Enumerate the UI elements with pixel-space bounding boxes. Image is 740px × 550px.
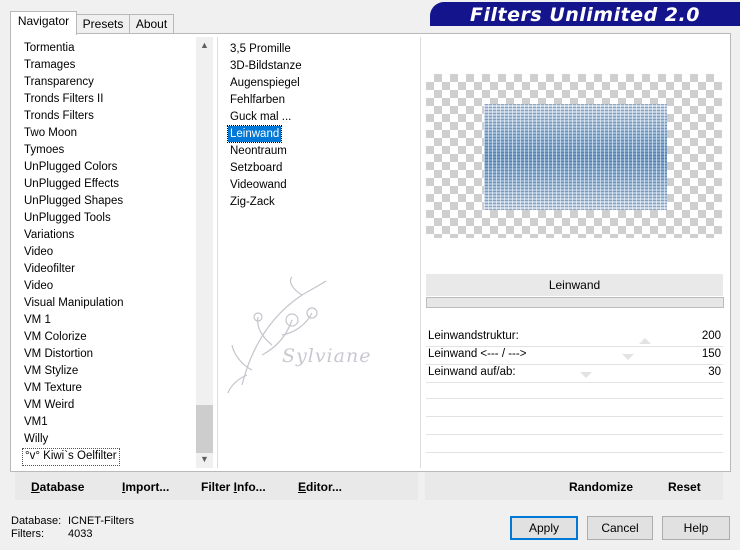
divider bbox=[420, 37, 421, 468]
category-item[interactable]: Two Moon bbox=[22, 125, 79, 141]
database-button[interactable]: Database bbox=[31, 480, 84, 494]
filter-info-prefix: Filter bbox=[201, 480, 234, 494]
category-item[interactable]: UnPlugged Tools bbox=[22, 210, 113, 226]
category-scrollbar[interactable]: ▲ ▼ bbox=[196, 37, 213, 468]
scroll-up-icon[interactable]: ▲ bbox=[196, 37, 213, 54]
editor-mnemonic: E bbox=[298, 480, 307, 494]
tab-about[interactable]: About bbox=[129, 14, 174, 34]
category-item[interactable]: Tronds Filters bbox=[22, 108, 96, 124]
category-item[interactable]: Video bbox=[22, 244, 55, 260]
filter-item[interactable]: Zig-Zack bbox=[228, 194, 277, 210]
filter-item[interactable]: Setzboard bbox=[228, 160, 284, 176]
parameter-value: 30 bbox=[708, 366, 721, 378]
scroll-thumb[interactable] bbox=[196, 405, 213, 453]
parameter-slider-marker[interactable] bbox=[579, 372, 592, 378]
parameter-label: Leinwand <--- / ---> bbox=[428, 348, 527, 360]
preview-image bbox=[484, 104, 667, 210]
category-item[interactable]: Video bbox=[22, 278, 55, 294]
title-banner: Filters Unlimited 2.0 bbox=[430, 2, 740, 26]
empty-row bbox=[426, 452, 723, 453]
filter-item[interactable]: Fehlfarben bbox=[228, 92, 287, 108]
category-item[interactable]: UnPlugged Shapes bbox=[22, 193, 125, 209]
category-item[interactable]: UnPlugged Effects bbox=[22, 176, 121, 192]
filter-info-button[interactable]: Filter Info... bbox=[201, 480, 266, 494]
apply-button[interactable]: Apply bbox=[510, 516, 578, 540]
parameter-row[interactable]: Leinwand auf/ab: 30 bbox=[426, 364, 723, 383]
database-status-label: Database: bbox=[11, 515, 62, 527]
category-item[interactable]: Tronds Filters II bbox=[22, 91, 105, 107]
filter-item[interactable]: Guck mal ... bbox=[228, 109, 293, 125]
editor-button[interactable]: Editor... bbox=[298, 480, 342, 494]
import-label: mport... bbox=[125, 480, 170, 494]
category-item[interactable]: Tormentia bbox=[22, 40, 77, 56]
parameter-row[interactable]: Leinwandstruktur: 200 bbox=[426, 328, 723, 347]
banner-title: Filters Unlimited 2.0 bbox=[470, 4, 700, 26]
filter-item[interactable]: Augenspiegel bbox=[228, 75, 302, 91]
category-item[interactable]: Tramages bbox=[22, 57, 77, 73]
category-item[interactable]: Willy bbox=[22, 431, 50, 447]
tab-navigator[interactable]: Navigator bbox=[10, 11, 77, 35]
filter-info-label: nfo... bbox=[237, 480, 266, 494]
category-item[interactable]: Videofilter bbox=[22, 261, 77, 277]
filters-status-value: 4033 bbox=[68, 528, 93, 540]
empty-row bbox=[426, 398, 723, 399]
database-status-value: ICNET-Filters bbox=[68, 515, 134, 527]
category-item[interactable]: VM1 bbox=[22, 414, 50, 430]
parameter-label: Leinwandstruktur: bbox=[428, 330, 519, 342]
category-item[interactable]: UnPlugged Colors bbox=[22, 159, 119, 175]
editor-label: ditor... bbox=[306, 480, 343, 494]
filter-item[interactable]: Neontraum bbox=[228, 143, 289, 159]
empty-row bbox=[426, 434, 723, 435]
category-item[interactable]: Variations bbox=[22, 227, 76, 243]
category-item[interactable]: VM 1 bbox=[22, 312, 53, 328]
database-label: atabase bbox=[39, 480, 85, 494]
filters-status-label: Filters: bbox=[11, 528, 44, 540]
parameter-slider-marker[interactable] bbox=[622, 354, 635, 360]
watermark-flourish bbox=[227, 276, 327, 394]
filter-item[interactable]: Leinwand bbox=[226, 125, 283, 143]
help-button[interactable]: Help bbox=[662, 516, 730, 540]
category-item[interactable]: VM Distortion bbox=[22, 346, 95, 362]
randomize-button[interactable]: Randomize bbox=[569, 480, 633, 494]
import-button[interactable]: Import... bbox=[122, 480, 169, 494]
parameter-value: 150 bbox=[701, 348, 721, 360]
filter-name-label: Leinwand bbox=[426, 274, 723, 296]
reset-button[interactable]: Reset bbox=[668, 480, 701, 494]
category-item[interactable]: VM Colorize bbox=[22, 329, 89, 345]
watermark-text: Sylviane bbox=[282, 345, 372, 367]
scroll-down-icon[interactable]: ▼ bbox=[196, 451, 213, 468]
parameter-slider-marker[interactable] bbox=[639, 338, 652, 344]
category-item[interactable]: Visual Manipulation bbox=[22, 295, 126, 311]
divider bbox=[217, 37, 218, 468]
category-item[interactable]: VM Texture bbox=[22, 380, 84, 396]
parameter-value: 200 bbox=[701, 330, 721, 342]
category-item[interactable]: Transparency bbox=[22, 74, 96, 90]
database-mnemonic: D bbox=[31, 480, 40, 494]
progress-bar bbox=[426, 297, 724, 308]
category-item[interactable]: °v° Kiwi`s Oelfilter bbox=[22, 448, 120, 466]
parameter-row[interactable]: Leinwand <--- / ---> 150 bbox=[426, 346, 723, 365]
category-item[interactable]: VM Stylize bbox=[22, 363, 80, 379]
category-list[interactable]: Tormentia Tramages Transparency Tronds Filt… bbox=[13, 37, 195, 467]
category-item[interactable]: Tymoes bbox=[22, 142, 66, 158]
category-item[interactable]: VM Weird bbox=[22, 397, 76, 413]
filter-item[interactable]: Videowand bbox=[228, 177, 289, 193]
empty-row bbox=[426, 416, 723, 417]
filter-item[interactable]: 3D-Bildstanze bbox=[228, 58, 304, 74]
tab-presets[interactable]: Presets bbox=[75, 14, 131, 34]
cancel-button[interactable]: Cancel bbox=[587, 516, 653, 540]
filter-item[interactable]: 3,5 Promille bbox=[228, 41, 293, 57]
parameter-label: Leinwand auf/ab: bbox=[428, 366, 516, 378]
